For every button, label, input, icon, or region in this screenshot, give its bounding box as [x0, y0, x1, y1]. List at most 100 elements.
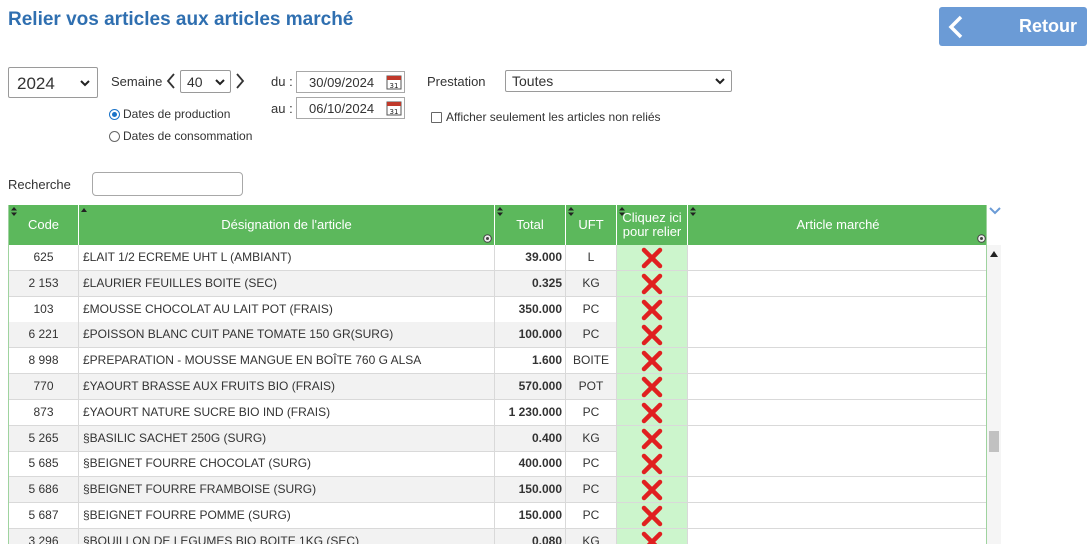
cell-designation: £MOUSSE CHOCOLAT AU LAIT POT (FRAIS)	[79, 296, 495, 322]
date-to-input[interactable]: 06/10/2024 31	[296, 97, 405, 119]
red-cross-icon	[641, 479, 663, 501]
grid-header: Code Désignation de l'article Total UFT …	[9, 205, 986, 245]
cell-total: 0.080	[495, 528, 566, 544]
date-from-input[interactable]: 30/09/2024 31	[296, 71, 405, 93]
sort-icon[interactable]	[619, 207, 625, 216]
articles-grid: Code Désignation de l'article Total UFT …	[8, 205, 987, 544]
cell-article-marche[interactable]	[688, 374, 986, 399]
scroll-thumb[interactable]	[989, 431, 999, 452]
cell-article-marche[interactable]	[688, 348, 986, 374]
cell-uft: PC	[566, 451, 617, 477]
link-button[interactable]	[617, 451, 688, 477]
link-button[interactable]	[617, 477, 688, 503]
search-input[interactable]	[92, 172, 243, 196]
red-cross-icon	[641, 299, 663, 320]
table-row: 5 687 §BEIGNET FOURRE POMME (SURG) 150.000…	[9, 503, 986, 529]
link-button[interactable]	[617, 503, 688, 528]
sort-asc-icon[interactable]	[81, 207, 87, 216]
back-button[interactable]: Retour	[939, 7, 1087, 46]
cell-code: 5 686	[9, 477, 79, 503]
cell-uft: PC	[566, 503, 617, 528]
col-header-label: Désignation de l'article	[221, 217, 352, 232]
week-next-icon[interactable]	[235, 73, 245, 89]
link-button[interactable]	[617, 528, 688, 544]
sort-icon[interactable]	[11, 207, 17, 216]
search-label: Recherche	[8, 177, 71, 192]
sort-icon[interactable]	[690, 207, 696, 216]
cell-code: 5 685	[9, 451, 79, 477]
radio-production-label: Dates de production	[123, 107, 231, 121]
cell-article-marche[interactable]	[688, 245, 986, 270]
radio-consommation[interactable]	[109, 131, 120, 142]
cell-designation: £YAOURT NATURE SUCRE BIO IND (FRAIS)	[79, 399, 495, 425]
cell-article-marche[interactable]	[688, 399, 986, 425]
link-button[interactable]	[617, 399, 688, 425]
cell-article-marche[interactable]	[688, 322, 986, 348]
date-from-value: 30/09/2024	[309, 75, 375, 90]
link-button[interactable]	[617, 348, 688, 374]
cell-uft: BOITE	[566, 348, 617, 374]
week-value: 40	[187, 74, 203, 90]
col-header-designation[interactable]: Désignation de l'article	[79, 205, 495, 245]
scroll-up-icon[interactable]	[990, 251, 998, 257]
calendar-icon[interactable]: 31	[386, 100, 402, 116]
filter-icon[interactable]	[483, 234, 492, 243]
col-header-uft[interactable]: UFT	[566, 205, 617, 245]
link-button[interactable]	[617, 245, 688, 270]
cell-uft: PC	[566, 322, 617, 348]
week-prev-icon[interactable]	[166, 73, 176, 89]
radio-consommation-label: Dates de consommation	[123, 129, 253, 143]
only-unlinked-checkbox[interactable]	[431, 112, 442, 123]
chevron-down-icon	[215, 79, 225, 86]
cell-code: 625	[9, 245, 79, 270]
cell-total: 150.000	[495, 477, 566, 503]
date-from-label: du :	[271, 74, 293, 89]
sort-icon[interactable]	[497, 207, 503, 216]
link-button[interactable]	[617, 322, 688, 348]
cell-article-marche[interactable]	[688, 425, 986, 451]
cell-total: 570.000	[495, 374, 566, 399]
week-select[interactable]: 40	[180, 70, 231, 93]
cell-designation: §BEIGNET FOURRE CHOCOLAT (SURG)	[79, 451, 495, 477]
link-button[interactable]	[617, 374, 688, 399]
cell-total: 0.400	[495, 425, 566, 451]
cell-code: 8 998	[9, 348, 79, 374]
cell-uft: POT	[566, 374, 617, 399]
col-header-label: Total	[516, 217, 544, 232]
vertical-scrollbar[interactable]	[987, 245, 1001, 544]
cell-uft: PC	[566, 296, 617, 322]
cell-total: 400.000	[495, 451, 566, 477]
column-menu-icon[interactable]	[989, 207, 1001, 215]
calendar-icon[interactable]: 31	[386, 74, 402, 90]
table-row: 873 £YAOURT NATURE SUCRE BIO IND (FRAIS) 1…	[9, 399, 986, 426]
link-button[interactable]	[617, 425, 688, 451]
cell-article-marche[interactable]	[688, 528, 986, 544]
cell-code: 873	[9, 399, 79, 425]
year-select[interactable]: 2024	[8, 67, 98, 98]
col-header-code[interactable]: Code	[9, 205, 79, 245]
link-button[interactable]	[617, 270, 688, 296]
cell-code: 6 221	[9, 322, 79, 348]
table-row: 8 998 £PREPARATION - MOUSSE MANGUE EN BOÎ…	[9, 348, 986, 375]
cell-article-marche[interactable]	[688, 270, 986, 296]
cell-article-marche[interactable]	[688, 503, 986, 528]
cell-code: 2 153	[9, 270, 79, 296]
cell-total: 350.000	[495, 296, 566, 322]
table-row: 5 686 §BEIGNET FOURRE FRAMBOISE (SURG) 150…	[9, 477, 986, 504]
radio-production[interactable]	[109, 109, 120, 120]
chevron-down-icon	[715, 78, 725, 85]
cell-article-marche[interactable]	[688, 296, 986, 322]
cell-uft: PC	[566, 399, 617, 425]
col-header-link[interactable]: Cliquez ici pour relier	[617, 205, 688, 245]
cell-article-marche[interactable]	[688, 477, 986, 503]
cell-article-marche[interactable]	[688, 451, 986, 477]
filter-icon[interactable]	[977, 234, 986, 243]
link-button[interactable]	[617, 296, 688, 322]
sort-icon[interactable]	[568, 207, 574, 216]
col-header-total[interactable]: Total	[495, 205, 566, 245]
cell-total: 150.000	[495, 503, 566, 528]
prestation-select[interactable]: Toutes	[505, 70, 732, 92]
cell-designation: §BEIGNET FOURRE POMME (SURG)	[79, 503, 495, 528]
back-button-label: Retour	[1019, 16, 1077, 36]
col-header-article-marche[interactable]: Article marché	[688, 205, 986, 245]
